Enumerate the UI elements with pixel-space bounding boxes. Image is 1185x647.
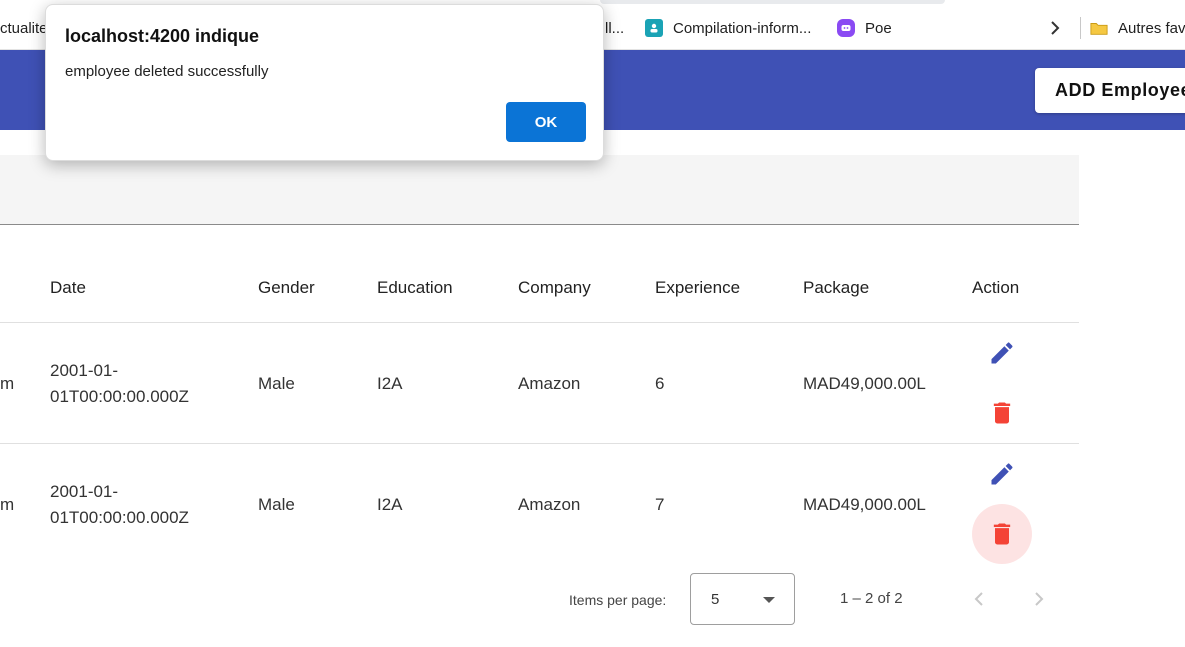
poe-icon [837, 19, 855, 37]
edit-button[interactable] [988, 460, 1016, 488]
bookmark-poe[interactable]: Poe [837, 17, 892, 39]
bookmark-label: Compilation-inform... [673, 19, 812, 37]
bookmark-compilation[interactable]: Compilation-inform... [645, 17, 811, 39]
ok-button[interactable]: OK [506, 102, 586, 142]
cell-company: Amazon [518, 495, 581, 514]
cell-education: I2A [377, 495, 403, 514]
cell-date: 2001-01- 01T00:00:00.000Z [50, 358, 189, 410]
cell-date-line1: 2001-01- [50, 482, 119, 501]
header-education[interactable]: Education [377, 278, 453, 298]
add-employee-button[interactable]: ADD Employee [1035, 68, 1185, 113]
bookmark-actualite[interactable]: ctualite [0, 17, 48, 39]
header-experience[interactable]: Experience [655, 278, 740, 298]
bookmark-truncated[interactable]: ll... [605, 17, 624, 39]
cell-gender: Male [258, 374, 295, 393]
classroom-icon [645, 19, 663, 37]
folder-icon [1090, 19, 1108, 37]
bookmark-label: Poe [865, 19, 892, 37]
trash-icon [993, 523, 1011, 545]
cell-date: 2001-01- 01T00:00:00.000Z [50, 479, 189, 531]
cell-package: MAD49,000.00L [803, 495, 926, 514]
cell-email: m [0, 495, 15, 514]
bookmarks-divider [1080, 17, 1081, 39]
edit-button[interactable] [988, 339, 1016, 367]
chevron-left-icon [974, 592, 983, 606]
chevron-right-icon [1035, 592, 1044, 606]
bookmark-other-favorites[interactable]: Autres fav [1090, 17, 1185, 39]
header-action: Action [972, 278, 1020, 297]
dropdown-arrow-icon [763, 597, 775, 603]
header-date[interactable]: Date [50, 278, 86, 298]
bookmarks-overflow-button[interactable] [1048, 17, 1062, 39]
dialog-message: employee deleted successfully [65, 63, 269, 80]
cell-education: I2A [377, 374, 403, 393]
delete-button[interactable] [988, 399, 1016, 427]
header-package[interactable]: Package [803, 278, 869, 298]
alert-dialog: localhost:4200 indique employee deleted … [45, 4, 604, 161]
cell-date-line2: 01T00:00:00.000Z [50, 508, 189, 527]
header-company[interactable]: Company [518, 278, 591, 298]
page-size-select[interactable]: 5 [690, 573, 795, 625]
header-gender[interactable]: Gender [258, 278, 315, 298]
chevron-right-icon [1051, 21, 1060, 35]
bookmark-label: ll... [605, 19, 625, 37]
bookmark-label: ctualite [0, 19, 48, 37]
cell-date-line2: 01T00:00:00.000Z [50, 387, 189, 406]
next-page-button[interactable] [1027, 587, 1051, 611]
cell-experience: 6 [655, 374, 665, 393]
page-size-value: 5 [711, 591, 720, 608]
previous-page-button[interactable] [967, 587, 991, 611]
cell-experience: 7 [655, 495, 665, 514]
trash-icon [993, 402, 1011, 424]
dialog-title: localhost:4200 indique [65, 26, 260, 46]
cell-company: Amazon [518, 374, 581, 393]
pencil-icon [991, 463, 1013, 485]
page-range-label: 1 – 2 of 2 [840, 590, 903, 607]
row-divider [0, 443, 1079, 444]
row-divider [0, 322, 1079, 323]
items-per-page-label: Items per page: [569, 592, 667, 608]
pencil-icon [991, 342, 1013, 364]
tab-strip-edge [600, 0, 945, 4]
cell-package: MAD49,000.00L [803, 374, 926, 393]
delete-button[interactable] [988, 520, 1016, 548]
filter-input[interactable] [0, 155, 1079, 225]
bookmark-label: Autres fav [1118, 19, 1185, 37]
cell-gender: Male [258, 495, 295, 514]
cell-date-line1: 2001-01- [50, 361, 119, 380]
cell-email: m [0, 374, 15, 393]
